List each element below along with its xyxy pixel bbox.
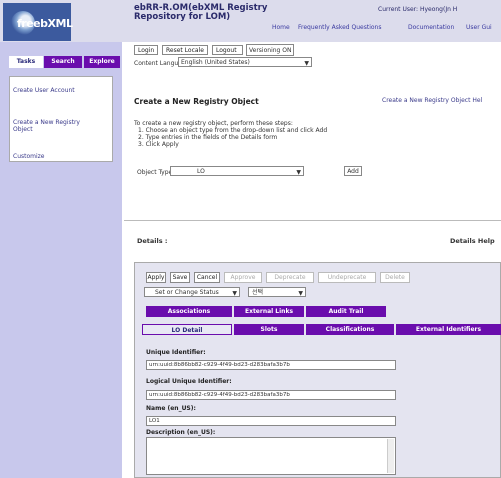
instruction-step: 1. Choose an object type from the drop-d…	[138, 127, 328, 134]
undeprecate-button[interactable]: Undeprecate	[318, 272, 376, 283]
description-scrollbar[interactable]	[387, 439, 394, 473]
nav-faq-link[interactable]: Frequently Asked Questions	[298, 24, 381, 31]
unique-identifier-field[interactable]: urn:uuid:8b86bb82-c929-4f49-bd23-d283baf…	[146, 360, 396, 370]
tab-external-identifiers[interactable]: External Identifiers	[396, 324, 501, 335]
create-registry-object-link[interactable]: Create a New Registry Object	[13, 119, 83, 133]
details-label: Details :	[137, 237, 168, 245]
delete-button[interactable]: Delete	[380, 272, 410, 283]
instructions-intro: To create a new registry object, perform…	[134, 120, 293, 127]
login-button[interactable]: Login	[134, 45, 158, 55]
status-choice-value: 선택	[252, 289, 264, 296]
tab-explore[interactable]: Explore	[84, 56, 120, 68]
content-language-select[interactable]: English (United States) ▼	[178, 57, 312, 67]
logo-suffix: bXML	[40, 17, 73, 30]
app-title: ebRR-R.OM(ebXML Registry Repository for …	[134, 3, 268, 22]
add-button[interactable]: Add	[344, 166, 362, 176]
tab-audit-trail[interactable]: Audit Trail	[306, 306, 386, 317]
cancel-button[interactable]: Cancel	[194, 272, 220, 283]
details-help-link[interactable]: Details Help	[450, 237, 495, 245]
tab-slots[interactable]: Slots	[234, 324, 304, 335]
logout-button[interactable]: Logout	[212, 45, 243, 55]
task-panel: Create User Account Create a New Registr…	[9, 76, 113, 162]
divider	[124, 220, 501, 221]
tab-associations[interactable]: Associations	[146, 306, 232, 317]
unique-identifier-label: Unique Identifier:	[146, 349, 206, 356]
instruction-step: 2. Type entries in the fields of the Det…	[138, 134, 278, 141]
instruction-step: 3. Click Apply	[138, 141, 179, 148]
page-title: Create a New Registry Object	[134, 97, 259, 106]
reset-locale-button[interactable]: Reset Locale	[162, 45, 208, 55]
logo-prefix: free	[17, 17, 41, 30]
nav-documentation-link[interactable]: Documentation	[408, 24, 454, 31]
logo-text: freebXML	[17, 17, 73, 30]
object-type-value: LO	[197, 168, 205, 175]
customize-link[interactable]: Customize	[13, 153, 45, 160]
status-choice-select[interactable]: 선택 ▼	[248, 287, 306, 297]
create-help-link[interactable]: Create a New Registry Object Hel	[382, 97, 482, 104]
chevron-down-icon: ▼	[296, 169, 301, 176]
save-button[interactable]: Save	[170, 272, 190, 283]
deprecate-button[interactable]: Deprecate	[266, 272, 314, 283]
name-field[interactable]: LO1	[146, 416, 396, 426]
chevron-down-icon: ▼	[298, 290, 303, 297]
content-language-value: English (United States)	[181, 59, 250, 66]
tab-lo-detail[interactable]: LO Detail	[142, 324, 232, 335]
chevron-down-icon: ▼	[304, 60, 309, 67]
description-label: Description (en_US):	[146, 429, 216, 436]
tab-search[interactable]: Search	[44, 56, 82, 68]
nav-user-guide-link[interactable]: User Gui	[466, 24, 492, 31]
freebxml-logo[interactable]: freebXML	[3, 3, 73, 41]
description-field[interactable]	[146, 437, 396, 475]
tab-tasks[interactable]: Tasks	[9, 56, 43, 68]
tab-external-links[interactable]: External Links	[234, 306, 304, 317]
logical-unique-identifier-field[interactable]: urn:uuid:8b86bb82-c929-4f49-bd23-d283baf…	[146, 390, 396, 400]
apply-button[interactable]: Apply	[146, 272, 166, 283]
logical-unique-identifier-label: Logical Unique Identifier:	[146, 378, 232, 385]
current-user-label: Current User: Hyeong(Jn H	[378, 6, 458, 13]
object-type-select[interactable]: LO ▼	[170, 166, 304, 176]
status-select-value: Set or Change Status	[155, 289, 219, 296]
instructions: To create a new registry object, perform…	[134, 120, 327, 148]
status-select[interactable]: Set or Change Status ▼	[144, 287, 240, 297]
approve-button[interactable]: Approve	[224, 272, 262, 283]
nav-home-link[interactable]: Home	[272, 24, 290, 31]
tab-classifications[interactable]: Classifications	[306, 324, 394, 335]
name-label: Name (en_US):	[146, 405, 196, 412]
chevron-down-icon: ▼	[232, 290, 237, 297]
create-user-account-link[interactable]: Create User Account	[13, 87, 75, 94]
object-type-label: Object Type:	[137, 169, 175, 176]
versioning-toggle[interactable]: Versioning ON	[246, 44, 295, 56]
